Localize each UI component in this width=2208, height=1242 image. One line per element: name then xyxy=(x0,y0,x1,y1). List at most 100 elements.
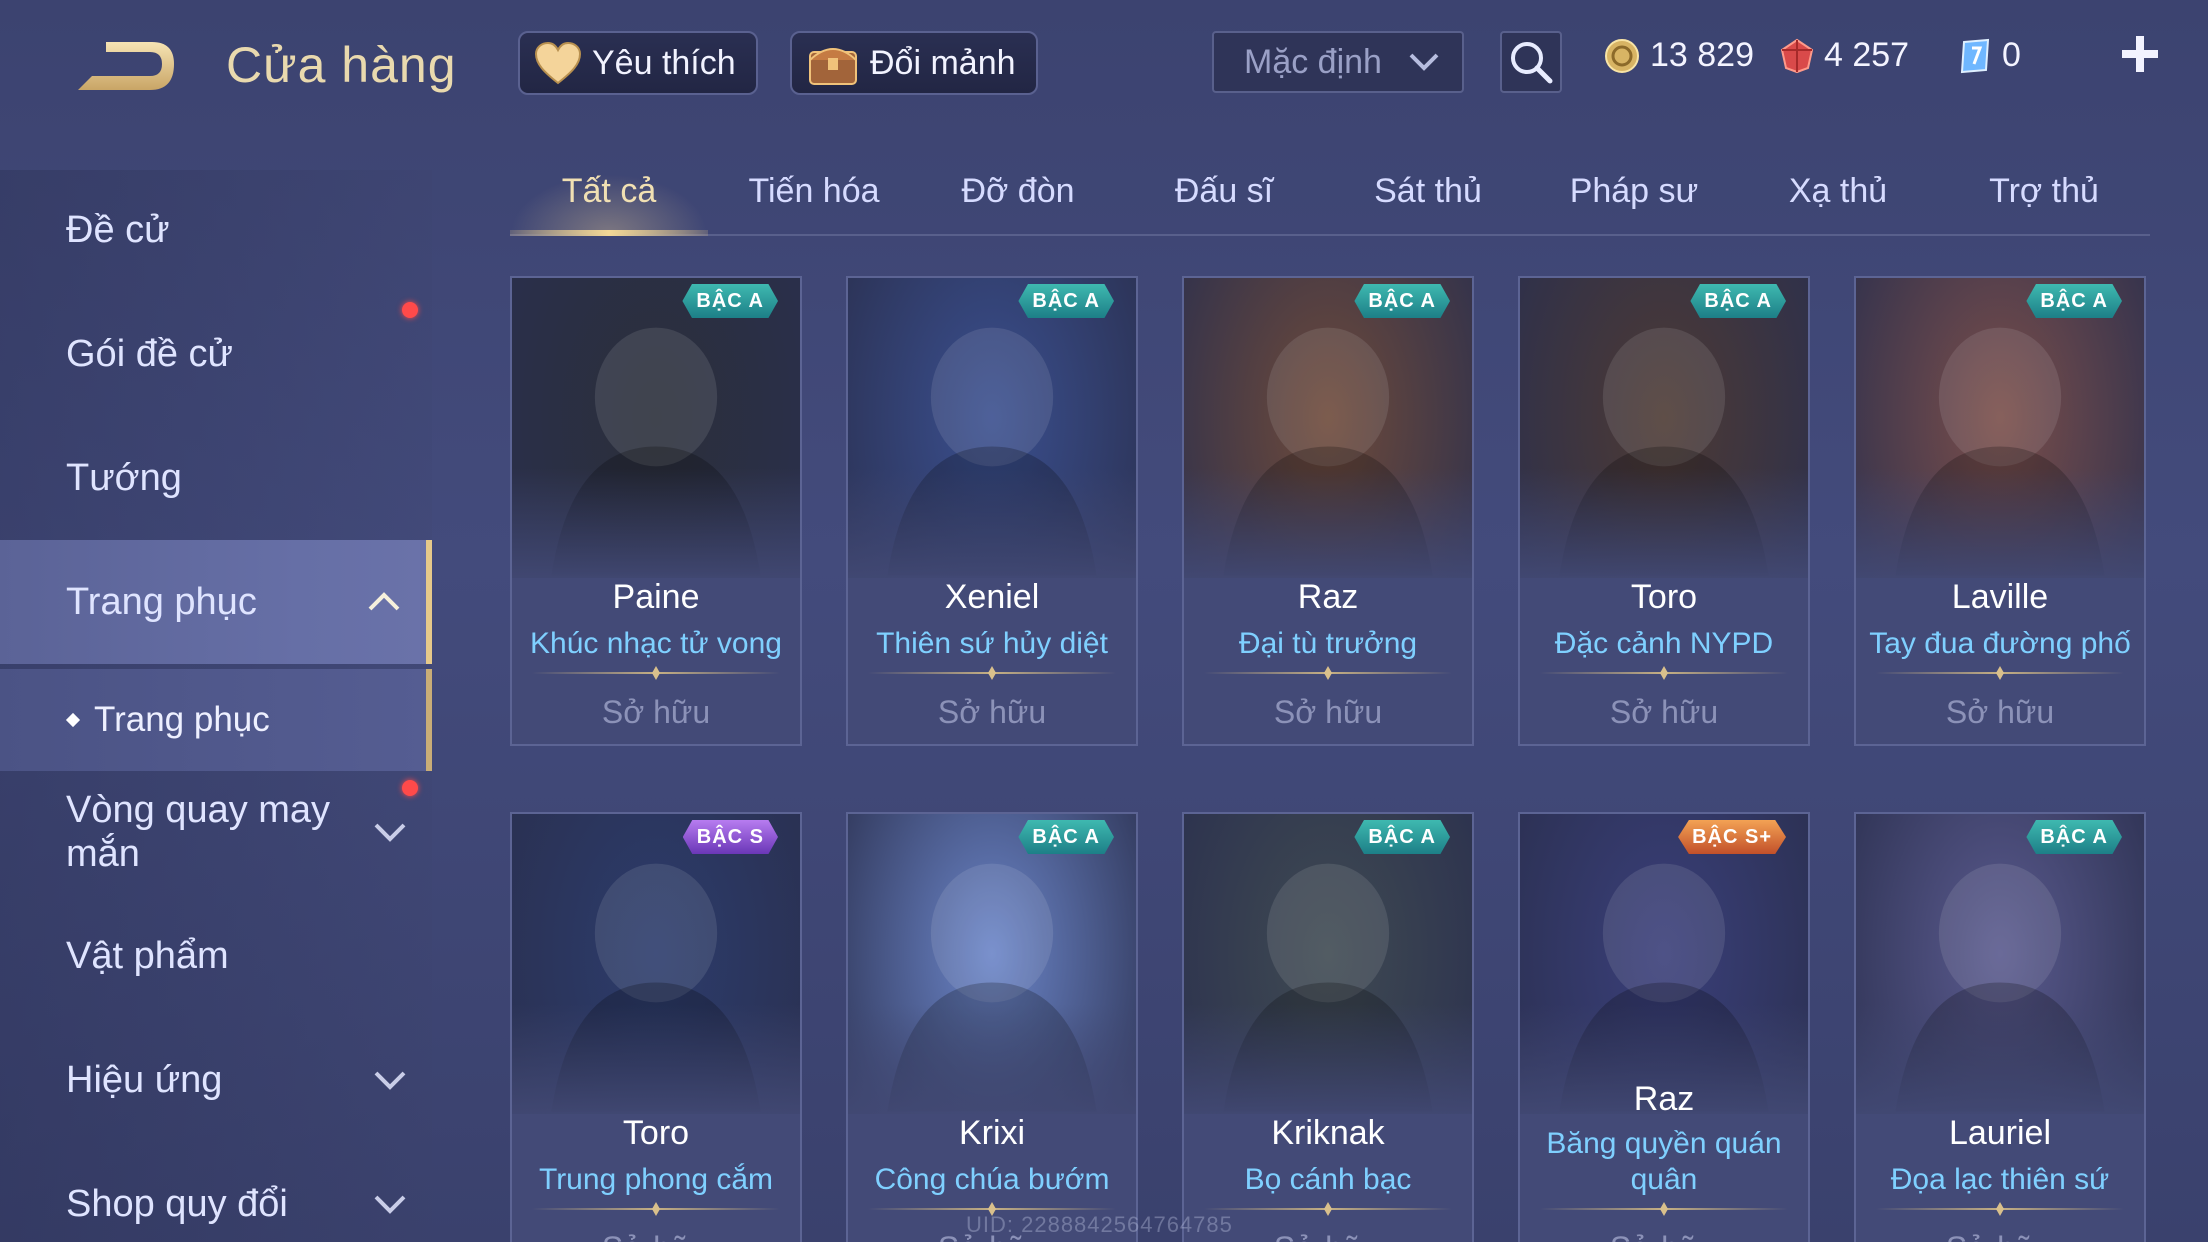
card-divider xyxy=(868,666,1116,680)
sidebar-item-featured[interactable]: Đề cử xyxy=(0,168,432,292)
chevron-up-icon xyxy=(368,592,400,611)
card-divider xyxy=(1204,1202,1452,1216)
notification-dot xyxy=(402,780,418,796)
sidebar-item-label: Hiệu ứng xyxy=(66,1058,223,1101)
sidebar-item-label: Tướng xyxy=(66,456,182,499)
tab-all[interactable]: Tất cả xyxy=(562,172,656,211)
skin-card[interactable]: BẬC S Toro Trung phong cắm Sở hữu xyxy=(510,812,802,1242)
skin-card[interactable]: BẬC A Lauriel Đọa lạc thiên sứ Sở hữu xyxy=(1854,812,2146,1242)
owned-status: Sở hữu xyxy=(937,694,1047,730)
sidebar-item-items[interactable]: Vật phẩm xyxy=(0,894,432,1018)
exchange-label: Đổi mảnh xyxy=(870,43,1016,82)
sidebar-item-bundles[interactable]: Gói đề cử xyxy=(0,292,432,416)
sidebar-item-label: Vật phẩm xyxy=(66,934,229,977)
card-divider xyxy=(1204,666,1452,680)
skin-card[interactable]: BẬC A Paine Khúc nhạc tử vong Sở hữu xyxy=(510,276,802,746)
chevron-down-icon xyxy=(374,1195,406,1214)
skin-card[interactable]: BẬC A Xeniel Thiên sứ hủy diệt Sở hữu xyxy=(846,276,1138,746)
tab-support[interactable]: Trợ thủ xyxy=(1989,172,2099,211)
skin-name: Tay đua đường phố xyxy=(1869,627,2131,660)
ruby-currency: 4 257 xyxy=(1780,36,1909,75)
tier-badge: BẬC S xyxy=(682,820,778,854)
hero-name: Toro xyxy=(622,1114,690,1152)
skin-name: Khúc nhạc tử vong xyxy=(530,627,782,660)
search-button[interactable] xyxy=(1500,31,1562,93)
tier-badge: BẬC S+ xyxy=(1678,820,1786,854)
sidebar-item-lucky-spin[interactable]: Vòng quay may mắn xyxy=(0,770,432,894)
sidebar-subitem-label: Trang phục xyxy=(94,700,270,739)
hero-name: Lauriel xyxy=(1948,1114,2052,1152)
back-button[interactable] xyxy=(66,36,178,100)
skin-grid: BẬC A Paine Khúc nhạc tử vong Sở hữu BẬC… xyxy=(510,276,2150,1242)
treasure-chest-icon xyxy=(809,48,857,85)
tier-badge: BẬC A xyxy=(1690,284,1786,318)
tab-marksman[interactable]: Xạ thủ xyxy=(1789,172,1887,211)
tier-badge: BẬC A xyxy=(2026,820,2122,854)
card-divider xyxy=(1540,1202,1788,1216)
skin-name: Thiên sứ hủy diệt xyxy=(876,627,1108,660)
skin-name: Đại tù trưởng xyxy=(1238,627,1418,660)
favorite-button[interactable]: Yêu thích xyxy=(518,31,758,95)
hero-name: Raz xyxy=(1633,1080,1695,1118)
ruby-amount: 4 257 xyxy=(1824,36,1910,74)
hero-name: Laville xyxy=(1951,578,2049,616)
tier-badge: BẬC A xyxy=(1018,820,1114,854)
voucher-amount: 0 xyxy=(2002,36,2021,74)
skin-name: Đặc cảnh NYPD xyxy=(1554,627,1774,660)
sidebar-item-label: Shop quy đổi xyxy=(66,1182,288,1225)
tier-badge: BẬC A xyxy=(2026,284,2122,318)
tab-fighter[interactable]: Đấu sĩ xyxy=(1175,172,1273,211)
tab-tank[interactable]: Đỡ đòn xyxy=(961,172,1074,211)
owned-status: Sở hữu xyxy=(1273,694,1383,730)
skin-card[interactable]: BẬC A Krixi Công chúa bướm Sở hữu xyxy=(846,812,1138,1242)
owned-status: Sở hữu xyxy=(512,1230,800,1242)
skin-card[interactable]: BẬC A Kriknak Bọ cánh bạc Sở hữu xyxy=(1182,812,1474,1242)
hero-name: Toro xyxy=(1630,578,1698,616)
sidebar-item-skins[interactable]: Trang phục xyxy=(0,540,432,664)
hero-name: Kriknak xyxy=(1271,1114,1385,1152)
user-id-watermark: UID: 2288842564764785 xyxy=(966,1212,1233,1237)
gold-amount: 13 829 xyxy=(1650,36,1754,74)
tab-mage[interactable]: Pháp sư xyxy=(1570,172,1699,211)
skin-name: Công chúa bướm xyxy=(874,1163,1110,1196)
voucher-icon xyxy=(1960,38,1990,73)
plus-icon xyxy=(2122,36,2158,72)
sidebar-item-label: Gói đề cử xyxy=(66,332,233,375)
sidebar-item-effects[interactable]: Hiệu ứng xyxy=(0,1018,432,1142)
sort-dropdown[interactable]: Mặc định xyxy=(1212,31,1464,93)
sidebar-item-label: Trang phục xyxy=(66,580,257,623)
sort-value: Mặc định xyxy=(1244,42,1382,81)
sidebar-item-label: Đề cử xyxy=(66,208,170,251)
skin-card[interactable]: BẬC S+ Raz Băng quyền quán quân Sở hữu xyxy=(1518,812,1810,1242)
card-divider xyxy=(1876,1202,2124,1216)
sidebar-subitem-skins[interactable]: Trang phục xyxy=(0,669,432,771)
hero-name: Krixi xyxy=(958,1114,1026,1152)
exchange-fragments-button[interactable]: Đổi mảnh xyxy=(790,31,1038,95)
tab-underline xyxy=(510,230,708,236)
tab-evolve[interactable]: Tiến hóa xyxy=(748,172,879,211)
tier-badge: BẬC A xyxy=(1354,284,1450,318)
owned-status: Sở hữu xyxy=(1856,1230,2144,1242)
chevron-down-icon xyxy=(374,823,406,842)
owned-status: Sở hữu xyxy=(1945,694,2055,730)
owned-status: Sở hữu xyxy=(1520,1230,1808,1242)
ruby-gem-icon xyxy=(1780,38,1814,73)
role-tabs: Tất cả Tiến hóa Đỡ đòn Đấu sĩ Sát thủ Ph… xyxy=(510,160,2150,236)
owned-status: Sở hữu xyxy=(601,694,711,730)
hero-name: Raz xyxy=(1297,578,1359,616)
favorite-label: Yêu thích xyxy=(592,43,736,82)
skin-card[interactable]: BẬC A Laville Tay đua đường phố Sở hữu xyxy=(1854,276,2146,746)
add-currency-button[interactable] xyxy=(2118,32,2162,76)
voucher-currency: 0 xyxy=(1958,36,2021,75)
gold-currency: 13 829 xyxy=(1604,36,1754,75)
notification-dot xyxy=(402,302,418,318)
sidebar-item-exchange-shop[interactable]: Shop quy đổi xyxy=(0,1142,432,1242)
sidebar-item-heroes[interactable]: Tướng xyxy=(0,416,432,540)
card-divider xyxy=(532,666,780,680)
shop-screen: Cửa hàng Yêu thích Đổi mảnh Mặc định 13 … xyxy=(0,0,2208,1242)
skin-card[interactable]: BẬC A Raz Đại tù trưởng Sở hữu xyxy=(1182,276,1474,746)
skin-card[interactable]: BẬC A Toro Đặc cảnh NYPD Sở hữu xyxy=(1518,276,1810,746)
card-divider xyxy=(1876,666,2124,680)
back-arrow-icon xyxy=(78,42,174,90)
tab-assassin[interactable]: Sát thủ xyxy=(1374,172,1482,211)
